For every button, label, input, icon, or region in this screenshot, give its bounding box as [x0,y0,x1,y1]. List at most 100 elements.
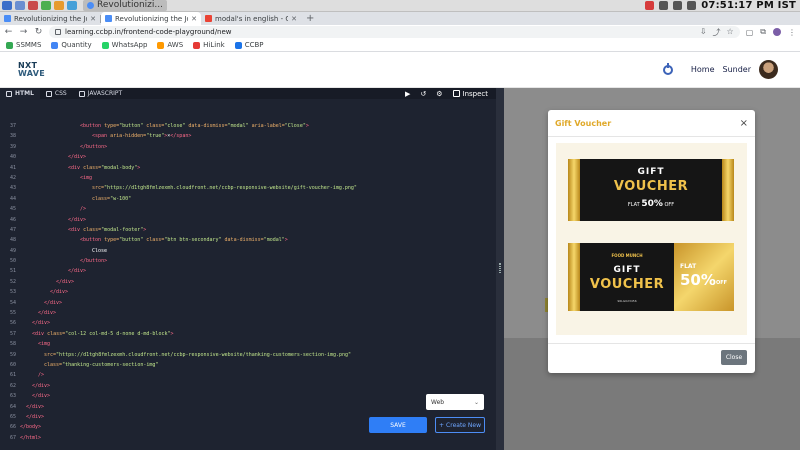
code-line[interactable]: 44 class="w-100" [0,194,496,204]
bookmark-item[interactable]: WhatsApp [101,41,147,49]
address-bar[interactable]: learning.ccbp.in/frontend-code-playgroun… [49,26,740,38]
network-icon[interactable] [659,1,669,10]
tab-html[interactable]: HTML [0,88,40,99]
code-line[interactable]: 39 </button> [0,142,496,152]
code-area[interactable]: 37 <button type="button" class="close" da… [0,121,496,443]
browser-tab[interactable]: modal's in english - Goog ✕ [201,12,301,25]
bookmark-item[interactable]: AWS [157,41,183,49]
menu-icon[interactable]: ⋮ [788,28,796,37]
browser-tab-active[interactable]: Revolutionizing the Job M ✕ [101,12,201,25]
code-line[interactable]: 56 </div> [0,318,496,328]
bookmark-item[interactable]: SSMMS [6,41,41,49]
back-icon[interactable]: ← [4,27,13,37]
nxtwave-logo[interactable]: NXT WAVE [18,61,54,78]
line-number: 58 [9,341,16,348]
os-active-window[interactable]: Revolutionizi... [83,0,167,11]
code-line[interactable]: 62 </div> [0,381,496,391]
firefox-icon[interactable] [54,1,64,10]
create-new-button[interactable]: + Create New [435,417,485,433]
code-line[interactable]: 61 /> [0,370,496,380]
volume-icon[interactable] [673,1,683,10]
bookmark-item[interactable]: CCBP [234,41,264,49]
code-text: <img [16,339,50,349]
code-line[interactable]: 40 </div> [0,152,496,162]
code-line[interactable]: 51 </div> [0,266,496,276]
line-number: 66 [9,424,16,431]
user-name[interactable]: Sunder [722,65,751,74]
code-line[interactable]: 47 <div class="modal-footer"> [0,225,496,235]
lock-icon[interactable] [55,29,61,35]
code-line[interactable]: 54 </div> [0,298,496,308]
forward-icon[interactable]: → [19,27,28,37]
share-icon[interactable]: ⤴ [713,27,721,38]
save-button[interactable]: SAVE [369,417,427,433]
line-number: 63 [9,393,16,400]
line-number: 65 [9,413,16,420]
settings-gear-icon[interactable]: ⚙ [436,90,442,98]
os-clock[interactable]: 07:51:17 PM IST [701,0,796,11]
bookmark-star-icon[interactable]: ☆ [727,27,734,38]
run-icon[interactable]: ▶ [405,90,410,98]
code-line[interactable]: 64 </div> [0,402,496,412]
offer-off: OFF [716,280,728,286]
code-line[interactable]: 45 /> [0,204,496,214]
close-button[interactable]: Close [721,350,747,365]
bookmark-icon [101,41,109,49]
browser-tab[interactable]: Revolutionizing the Job M ✕ [0,12,100,25]
record-icon[interactable] [645,1,655,10]
code-token: </body> [20,424,42,431]
tab-close-icon[interactable]: ✕ [90,15,96,23]
bookmark-item[interactable]: HiLink [193,41,225,49]
code-line[interactable]: 57 <div class="col-12 col-md-5 d-none d-m… [0,329,496,339]
new-tab-button[interactable]: + [301,12,319,25]
power-icon[interactable] [662,62,673,75]
profile-icon[interactable] [773,28,781,36]
bookmark-item[interactable]: Quantity [51,41,92,49]
code-line[interactable]: 63 </div> [0,391,496,401]
code-line[interactable]: 37 <button type="button" class="close" da… [0,121,496,131]
preview-mode-select[interactable]: Web ⌄ [426,394,484,410]
chrome-icon[interactable] [41,1,51,10]
code-line[interactable]: 49 Close [0,246,496,256]
browser-icon [87,2,94,9]
modal-close-icon[interactable]: × [740,118,748,129]
code-token: > [137,164,141,171]
code-line[interactable]: 55 </div> [0,308,496,318]
code-line[interactable]: 41 <div class="modal-body"> [0,163,496,173]
terminal-icon[interactable] [28,1,38,10]
tab-close-icon[interactable]: ✕ [291,15,297,23]
code-line[interactable]: 53 </div> [0,287,496,297]
avatar[interactable] [759,60,778,79]
code-line[interactable]: 52 </div> [0,277,496,287]
drag-handle-icon[interactable] [499,263,501,273]
code-line[interactable]: 67 </html> [0,433,496,443]
line-number: 40 [9,154,16,161]
code-line[interactable]: 38 <span aria-hidden="true">×</span> [0,131,496,141]
extensions-icon[interactable]: ⧉ [760,27,766,37]
code-line[interactable]: 60 class="thanking-customers-section-img" [0,360,496,370]
code-token: <div [32,330,48,337]
panel-splitter[interactable] [496,88,504,450]
apps-icon[interactable] [2,1,12,10]
files-icon[interactable] [15,1,25,10]
tab-close-icon[interactable]: ✕ [191,15,197,23]
install-icon[interactable]: ⇩ [700,27,707,38]
code-line[interactable]: 46 </div> [0,215,496,225]
code-line[interactable]: 59 src="https://d1tgh8fmlzexmh.cloudfront… [0,350,496,360]
vscode-icon[interactable] [67,1,77,10]
nav-home-link[interactable]: Home [691,65,715,74]
preview-mode-value: Web [431,398,445,406]
code-line[interactable]: 58 <img [0,339,496,349]
code-line[interactable]: 43 src="https://d1tgh8fmlzexmh.cloudfront… [0,183,496,193]
tab-javascript[interactable]: JAVASCRIPT [73,88,128,99]
code-line[interactable]: 50 </button> [0,256,496,266]
code-token: "button" [119,123,144,129]
code-line[interactable]: 42 <img [0,173,496,183]
sidepanel-icon[interactable]: ▢ [746,28,754,37]
code-line[interactable]: 48 <button type="button" class="btn btn-s… [0,235,496,245]
reload-icon[interactable]: ↻ [34,27,43,37]
tab-css[interactable]: CSS [40,88,73,99]
inspect-toggle[interactable]: Inspect [452,90,488,98]
reset-icon[interactable]: ↺ [420,90,426,98]
battery-icon[interactable] [687,1,697,10]
